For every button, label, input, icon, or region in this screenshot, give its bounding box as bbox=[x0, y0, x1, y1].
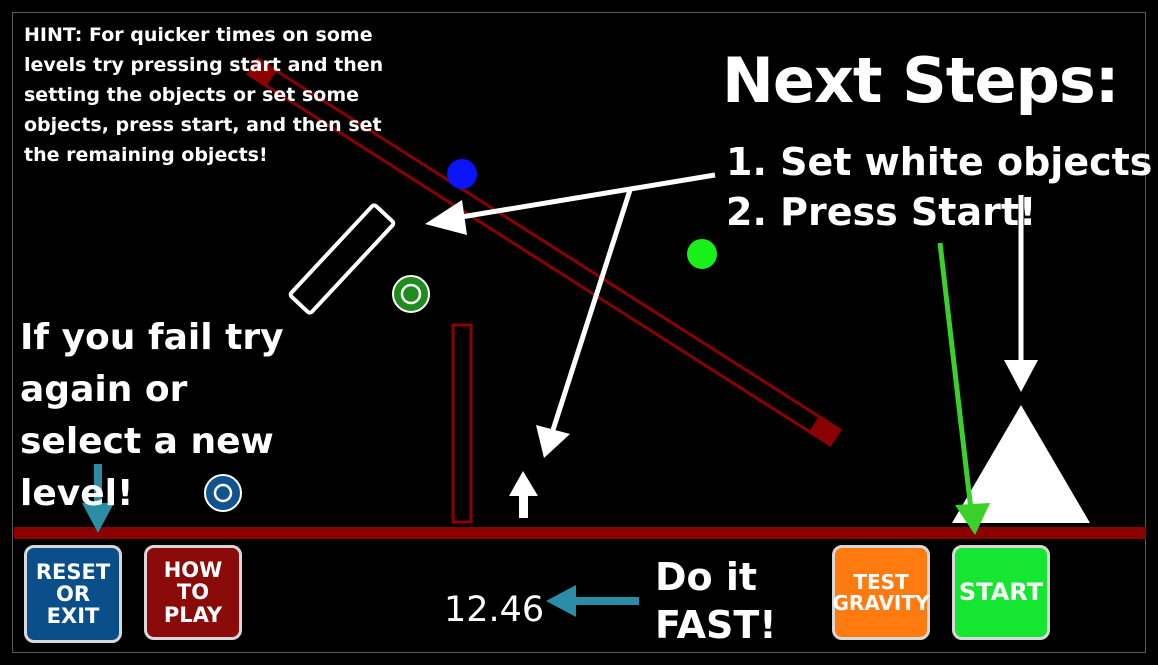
test-gravity-button[interactable]: TEST GRAVITY bbox=[832, 545, 930, 640]
timer-readout: 12.46 bbox=[444, 590, 545, 630]
hint-text: HINT: For quicker times on some levels t… bbox=[24, 24, 384, 166]
reset-button-label: RESET OR EXIT bbox=[35, 559, 111, 629]
next-step-1: 1. Set white objects bbox=[726, 140, 1153, 184]
white-placeable-block[interactable] bbox=[288, 203, 396, 315]
game-canvas[interactable]: HINT: For quicker times on some levels t… bbox=[0, 0, 1158, 665]
white-up-arrow-object[interactable] bbox=[509, 471, 538, 518]
blue-ball bbox=[447, 159, 477, 189]
test-gravity-label: TEST GRAVITY bbox=[832, 569, 930, 615]
reset-or-exit-button[interactable]: RESET OR EXIT bbox=[24, 545, 122, 643]
vertical-pillar bbox=[451, 323, 473, 524]
how-to-play-label: HOW TO PLAY bbox=[163, 558, 223, 627]
how-to-play-button[interactable]: HOW TO PLAY bbox=[144, 545, 242, 640]
next-step-2: 2. Press Start! bbox=[726, 190, 1037, 234]
start-button[interactable]: START bbox=[952, 545, 1050, 640]
fail-instructions: If you fail try again or select a new le… bbox=[20, 317, 284, 514]
green-target bbox=[392, 275, 430, 313]
do-it-fast-text: Do it FAST! bbox=[655, 555, 777, 647]
start-label: START bbox=[958, 577, 1044, 606]
green-ball bbox=[687, 239, 717, 269]
next-steps-title: Next Steps: bbox=[722, 44, 1120, 117]
